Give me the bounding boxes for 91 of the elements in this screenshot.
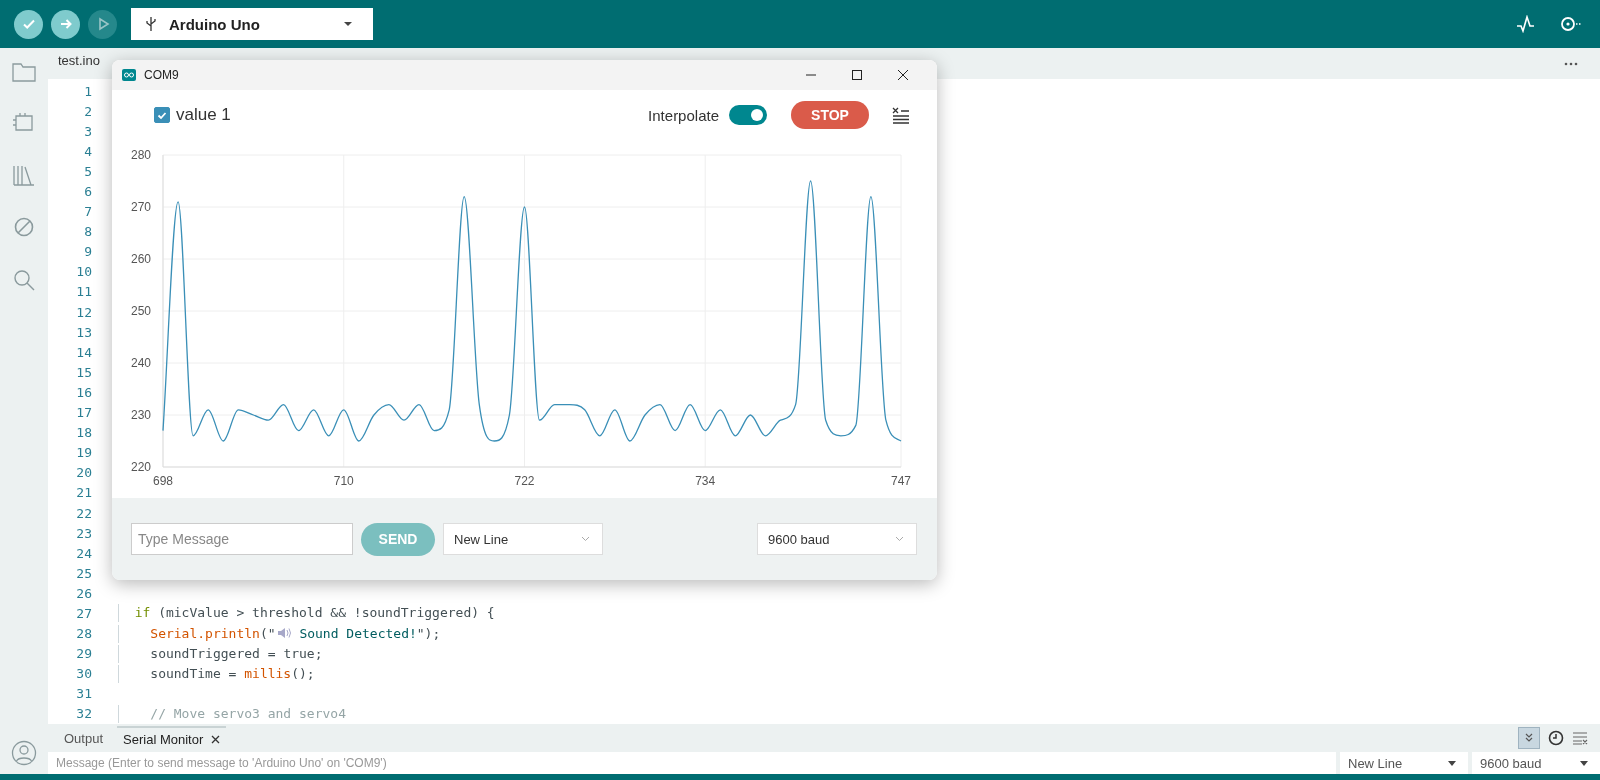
search-icon[interactable] [12, 268, 36, 292]
code-line: soundTriggered = true; [118, 644, 323, 663]
code-line: // Move servo3 and servo4 [118, 704, 346, 723]
line-number: 8 [83, 224, 92, 240]
profile-icon[interactable] [11, 740, 37, 766]
line-number: 16 [75, 384, 92, 400]
message-field[interactable]: Message (Enter to send message to 'Arduino Uno' on 'COM9') [48, 752, 1336, 774]
maximize-icon[interactable] [851, 69, 863, 81]
code-line: soundTime = millis(); [118, 664, 315, 683]
caret-icon [343, 21, 353, 27]
caret-icon [1580, 760, 1588, 766]
line-number: 3 [83, 123, 92, 139]
y-tick-label: 260 [130, 252, 151, 266]
file-tab[interactable]: test.ino [58, 53, 100, 74]
line-number: 20 [75, 465, 92, 481]
tab-label: Serial Monitor [123, 731, 204, 747]
y-tick-label: 230 [130, 408, 151, 422]
code-line: if (micValue > threshold && !soundTriggered) { [118, 604, 495, 623]
x-tick-label: 734 [695, 474, 716, 488]
line-number: 31 [75, 686, 92, 702]
line-number: 12 [75, 304, 92, 320]
y-tick-label: 280 [130, 148, 151, 162]
line-number: 23 [75, 525, 92, 541]
line-ending-select[interactable]: New Line [443, 523, 603, 555]
series-checkbox[interactable] [154, 107, 170, 123]
line-number: 13 [75, 324, 92, 340]
line-number: 2 [83, 103, 92, 119]
line-number: 22 [75, 505, 92, 521]
line-number: 17 [75, 405, 92, 421]
line-number: 28 [75, 626, 92, 642]
line-number: 18 [75, 425, 92, 441]
baud-select[interactable]: 9600 baud [1472, 752, 1600, 774]
code-line: Serial.println(" Sound Detected!"); [118, 624, 441, 643]
message-field[interactable]: Type Message [131, 523, 353, 555]
chevron-down-icon [581, 536, 590, 542]
line-number: 26 [75, 585, 92, 601]
line-ending-select[interactable]: New Line [1340, 752, 1468, 774]
line-number: 1 [83, 83, 92, 99]
line-number: 14 [75, 344, 92, 360]
series-label: value 1 [176, 105, 231, 125]
prohibited-icon[interactable] [13, 216, 35, 238]
stop-button[interactable]: STOP [791, 101, 869, 129]
serial-monitor-icon[interactable] [1558, 15, 1582, 33]
x-tick-label: 722 [514, 474, 535, 488]
line-number: 11 [75, 284, 92, 300]
usb-icon [145, 16, 157, 32]
line-number: 30 [75, 666, 92, 682]
panel-tab[interactable]: Serial Monitor [117, 725, 227, 751]
close-icon[interactable] [897, 69, 909, 81]
line-number: 21 [75, 485, 92, 501]
line-number: 19 [75, 445, 92, 461]
board-selector[interactable]: Arduino Uno [131, 8, 373, 40]
clear-output-icon[interactable] [1572, 731, 1588, 745]
y-tick-label: 270 [130, 200, 151, 214]
clock-icon[interactable] [1548, 730, 1564, 746]
close-icon[interactable] [211, 734, 221, 744]
chevron-down-icon [895, 536, 904, 542]
line-number: 7 [83, 204, 92, 220]
double-chevron-icon [1524, 733, 1534, 743]
interpolate-label: Interpolate [648, 106, 719, 124]
autoscroll-button[interactable] [1518, 727, 1540, 749]
panel-tab[interactable]: Output [58, 726, 110, 750]
app-icon [122, 69, 136, 81]
line-number: 10 [75, 264, 92, 280]
window-title: COM9 [144, 68, 179, 82]
line-number: 29 [75, 646, 92, 662]
line-number: 25 [75, 565, 92, 581]
x-tick-label: 698 [153, 474, 173, 488]
x-tick-label: 710 [333, 474, 354, 488]
tab-label: Output [64, 730, 104, 746]
board-name: Arduino Uno [169, 15, 261, 33]
y-tick-label: 220 [130, 460, 151, 474]
line-number: 24 [75, 545, 92, 561]
line-number: 6 [83, 184, 92, 199]
verify-button[interactable] [14, 9, 43, 39]
line-number: 4 [83, 143, 92, 159]
clear-icon[interactable] [891, 106, 911, 124]
y-tick-label: 240 [130, 356, 151, 370]
baud-select[interactable]: 9600 baud [757, 523, 917, 555]
more-icon[interactable] [1564, 61, 1578, 66]
caret-icon [1448, 760, 1456, 766]
line-number: 9 [83, 244, 92, 260]
serial-plotter-icon[interactable] [1516, 15, 1536, 33]
line-number: 27 [75, 606, 92, 621]
y-tick-label: 250 [130, 304, 151, 318]
line-number: 15 [75, 364, 92, 380]
line-number: 32 [75, 706, 92, 722]
interpolate-toggle[interactable] [729, 105, 767, 125]
line-number: 5 [83, 163, 92, 179]
upload-button[interactable] [51, 9, 80, 39]
x-tick-label: 747 [891, 474, 911, 488]
